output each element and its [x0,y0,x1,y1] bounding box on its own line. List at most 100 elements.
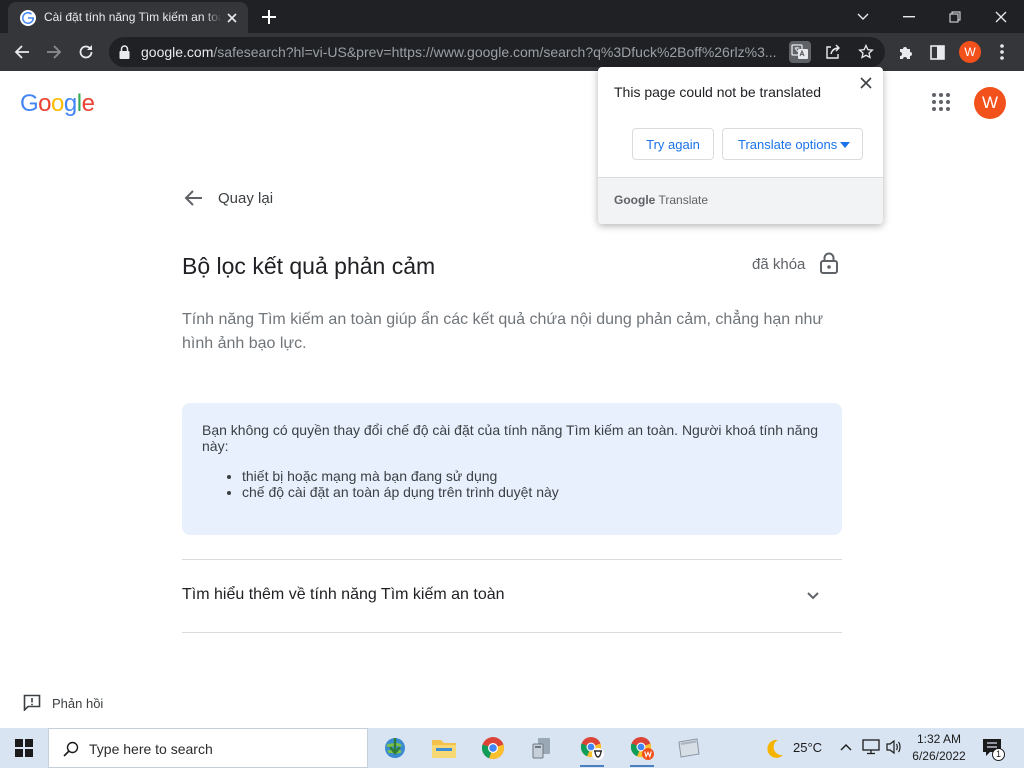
list-item: thiết bị hoặc mạng mà bạn đang sử dụng [242,468,822,484]
star-icon [858,44,874,59]
arrow-left-icon [14,45,29,59]
google-favicon-icon [20,10,36,26]
side-panel-icon [929,44,945,60]
taskbar-app-chrome-profile[interactable] [576,732,608,767]
dropdown-arrow-icon [840,142,850,148]
taskbar-app-file-explorer[interactable] [428,732,460,764]
extensions-button[interactable] [891,37,921,67]
try-again-button[interactable]: Try again [632,128,714,160]
brand-translate: Translate [658,193,709,207]
list-item: chế độ cài đặt an toàn áp dụng trên trìn… [242,484,822,500]
taskbar-clock[interactable]: 1:32 AM 6/26/2022 [908,731,970,765]
lock-icon [820,252,838,274]
search-icon [63,741,79,757]
back-button[interactable] [7,37,37,67]
back-arrow-icon[interactable] [183,189,203,207]
tab-search-button[interactable] [840,0,886,33]
devices-icon [532,738,550,759]
bookmark-button[interactable] [855,41,877,63]
notification-count-badge: 1 [992,748,1005,761]
logo-letter: o [51,90,64,117]
divider [182,559,842,560]
puzzle-icon [900,47,912,59]
network-icon[interactable] [862,739,880,755]
translate-error-message: This page could not be translated [614,84,822,100]
taskbar-app-chrome-w[interactable] [626,732,658,767]
logo-letter: o [38,90,52,117]
browser-titlebar: Cài đặt tính năng Tìm kiếm an toàn [0,0,1024,33]
reload-icon [79,45,93,59]
minimize-button[interactable] [886,0,932,33]
profile-avatar: W [959,41,981,63]
restore-button[interactable] [932,0,978,33]
close-icon[interactable] [860,77,872,89]
notice-text: Bạn không có quyền thay đổi chế độ cài đ… [202,422,819,454]
chrome-profile-icon [580,737,604,760]
chevron-down-icon [857,13,869,20]
browser-tab-active[interactable]: Cài đặt tính năng Tìm kiếm an toàn [8,2,248,33]
volume-icon[interactable] [885,739,903,755]
search-placeholder: Type here to search [89,741,213,757]
account-avatar[interactable]: W [974,87,1006,119]
app-window-icon [678,738,700,758]
chrome-menu-button[interactable] [987,37,1017,67]
forward-button[interactable] [39,37,69,67]
side-panel-button[interactable] [922,37,952,67]
weather-temperature[interactable]: 25°C [793,740,822,755]
tab-title: Cài đặt tính năng Tìm kiếm an toàn [44,10,220,24]
start-button[interactable] [0,728,48,768]
notification-center-button[interactable]: 1 [982,738,1005,763]
clock-time: 1:32 AM [916,732,962,746]
windows-logo-icon [15,739,33,757]
share-button[interactable] [822,41,844,63]
close-window-button[interactable] [978,0,1024,33]
windows-taskbar: Type here to search 25°C 1:32 AM 6/26/20… [0,728,1024,768]
feedback-icon[interactable] [23,694,41,711]
translate-popup: This page could not be translated Try ag… [598,67,883,224]
taskbar-app-window[interactable] [673,732,705,764]
taskbar-search-box[interactable]: Type here to search [48,728,368,768]
taskbar-app-chrome[interactable] [477,732,509,764]
taskbar-app-devices[interactable] [526,732,558,764]
lock-icon[interactable] [119,45,130,59]
folder-icon [432,740,456,758]
browser-toolbar: google.com/safesearch?hl=vi-US&prev=http… [0,33,1024,71]
google-apps-button[interactable] [932,93,950,111]
restore-icon [949,11,961,22]
translate-button[interactable] [789,41,811,63]
page-title: Bộ lọc kết quả phản cảm [182,253,436,279]
translate-options-label: Translate options [738,136,838,152]
moon-weather-icon[interactable] [763,738,785,760]
address-bar[interactable]: google.com/safesearch?hl=vi-US&prev=http… [109,37,885,67]
chevron-up-icon[interactable] [840,742,852,752]
close-icon [995,11,1007,22]
logo-letter: g [63,90,77,117]
learn-more-expander[interactable]: Tìm hiểu thêm về tính năng Tìm kiếm an t… [182,586,505,604]
back-link[interactable]: Quay lại [218,190,273,207]
chevron-down-icon[interactable] [805,588,821,604]
chrome-w-profile-icon [630,737,654,760]
locked-notice-box: Bạn không có quyền thay đổi chế độ cài đ… [182,403,842,535]
reload-button[interactable] [71,37,101,67]
logo-letter: G [20,90,39,117]
divider [182,632,842,633]
google-translate-brand: Google Translate [614,193,708,207]
url-text[interactable]: google.com/safesearch?hl=vi-US&prev=http… [141,44,781,60]
close-tab-icon[interactable] [224,10,240,26]
feedback-link[interactable]: Phản hồi [52,696,103,711]
translate-icon [791,44,808,59]
chrome-icon [481,737,505,759]
safesearch-description: Tính năng Tìm kiếm an toàn giúp ẩn các k… [182,311,824,352]
locked-status: đã khóa [752,256,806,273]
brand-google: Google [614,193,656,207]
profile-button[interactable]: W [955,37,985,67]
minimize-icon [903,15,915,17]
google-logo[interactable]: Google [20,90,95,118]
notice-list: thiết bị hoặc mạng mà bạn đang sử dụng c… [202,468,822,500]
taskbar-app-download-manager[interactable] [379,732,411,764]
globe-download-icon [385,738,405,758]
translate-options-button[interactable]: Translate options [722,128,863,160]
clock-date: 6/26/2022 [912,749,966,763]
new-tab-button[interactable] [258,7,280,27]
share-icon [826,44,840,59]
